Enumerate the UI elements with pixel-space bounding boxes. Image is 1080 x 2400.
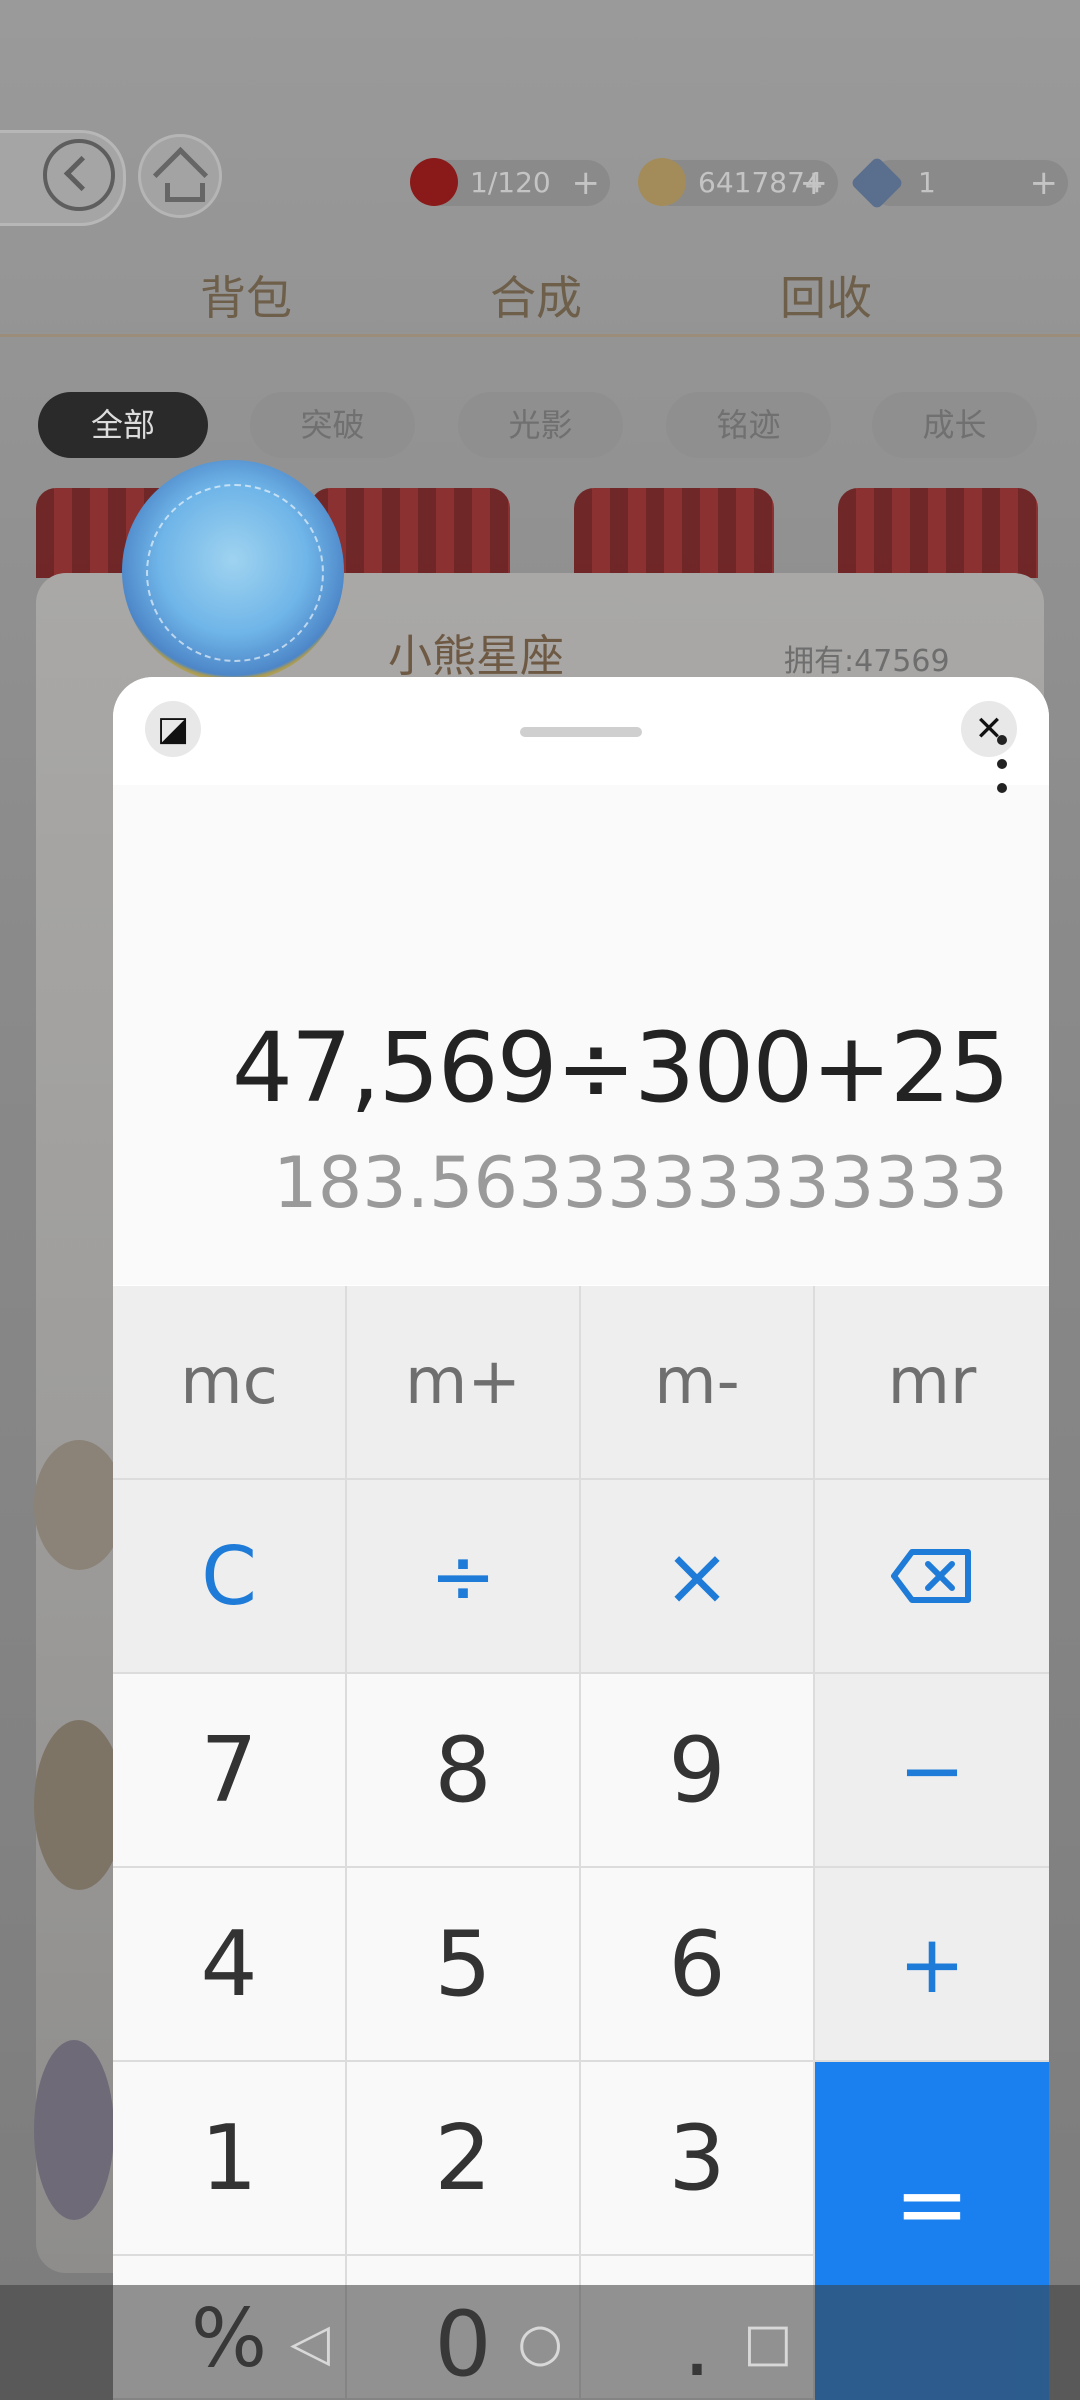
nav-back-icon[interactable]: ◁ (280, 2313, 340, 2373)
clear-key[interactable]: C (113, 1480, 347, 1674)
add-stamina-button[interactable]: + (572, 160, 601, 206)
more-options-icon[interactable] (996, 735, 1008, 795)
tab-recycle[interactable]: 回收 (780, 262, 872, 328)
item-icon (34, 1720, 124, 1890)
apple-icon (410, 158, 458, 206)
inventory-item[interactable] (838, 488, 1038, 578)
diamond-value: 1 (918, 166, 936, 199)
nav-recents-icon[interactable]: □ (738, 2313, 798, 2373)
digit-3-key[interactable]: 3 (581, 2062, 815, 2256)
resize-icon: ◪ (156, 709, 190, 749)
coin-resource[interactable]: 6417874 + (638, 158, 838, 206)
tab-divider (0, 334, 1080, 337)
drag-handle[interactable] (520, 727, 642, 737)
filter-inscription[interactable]: 铭迹 (666, 392, 831, 458)
add-coin-button[interactable]: + (800, 160, 829, 206)
diamond-resource[interactable]: 1 + (850, 156, 1068, 210)
home-button[interactable] (138, 134, 222, 218)
backspace-icon (891, 1549, 971, 1603)
m-minus-key[interactable]: m- (581, 1286, 815, 1480)
digit-9-key[interactable]: 9 (581, 1674, 815, 1868)
tab-synthesis[interactable]: 合成 (490, 262, 582, 328)
resize-button[interactable]: ◪ (145, 701, 201, 757)
digit-2-key[interactable]: 2 (347, 2062, 581, 2256)
digit-8-key[interactable]: 8 (347, 1674, 581, 1868)
calculator-expression: 47,569÷300+25 (231, 1012, 1010, 1124)
coin-icon (638, 158, 686, 206)
plus-key[interactable]: + (815, 1868, 1049, 2062)
minus-key[interactable]: − (815, 1674, 1049, 1868)
m-plus-key[interactable]: m+ (347, 1286, 581, 1480)
mr-key[interactable]: mr (815, 1286, 1049, 1480)
filter-growth[interactable]: 成长 (872, 392, 1037, 458)
item-name: 小熊星座 (388, 631, 564, 682)
stamina-value: 1/120 (470, 166, 551, 199)
filter-light-shadow[interactable]: 光影 (458, 392, 623, 458)
back-button[interactable] (0, 130, 126, 226)
add-diamond-button[interactable]: + (1030, 160, 1059, 206)
constellation-medal-icon (122, 460, 344, 682)
filter-all[interactable]: 全部 (38, 392, 208, 458)
digit-7-key[interactable]: 7 (113, 1674, 347, 1868)
game-top-bar: 1/120 + 6417874 + 1 + (0, 120, 1080, 226)
calculator-keypad: mc m+ m- mr C ÷ × 7 8 9 − 4 5 6 + 1 2 3 … (113, 1286, 1049, 2400)
calculator-header[interactable]: ◪ ✕ (113, 677, 1049, 785)
digit-4-key[interactable]: 4 (113, 1868, 347, 2062)
divide-key[interactable]: ÷ (347, 1480, 581, 1674)
multiply-key[interactable]: × (581, 1480, 815, 1674)
nav-home-icon[interactable]: ○ (510, 2313, 570, 2373)
item-owned-count: 拥有:47569 (784, 644, 950, 679)
digit-6-key[interactable]: 6 (581, 1868, 815, 2062)
diamond-icon (850, 156, 904, 210)
backspace-key[interactable] (815, 1480, 1049, 1674)
system-nav-bar: ◁ ○ □ (0, 2285, 1080, 2400)
digit-1-key[interactable]: 1 (113, 2062, 347, 2256)
digit-5-key[interactable]: 5 (347, 1868, 581, 2062)
filter-bar: 全部 突破 光影 铭迹 成长 (0, 392, 1080, 462)
tab-backpack[interactable]: 背包 (200, 262, 292, 328)
item-icon (34, 2040, 114, 2220)
filter-breakthrough[interactable]: 突破 (250, 392, 415, 458)
game-tabs: 背包 合成 回收 (0, 262, 1080, 342)
mc-key[interactable]: mc (113, 1286, 347, 1480)
calculator-result: 183.5633333333333 (273, 1142, 1008, 1224)
item-icon (34, 1440, 124, 1570)
close-button[interactable]: ✕ (961, 701, 1017, 757)
close-icon: ✕ (974, 709, 1004, 749)
back-icon (43, 139, 115, 211)
stamina-resource[interactable]: 1/120 + (410, 158, 610, 206)
inventory-item[interactable] (574, 488, 774, 578)
